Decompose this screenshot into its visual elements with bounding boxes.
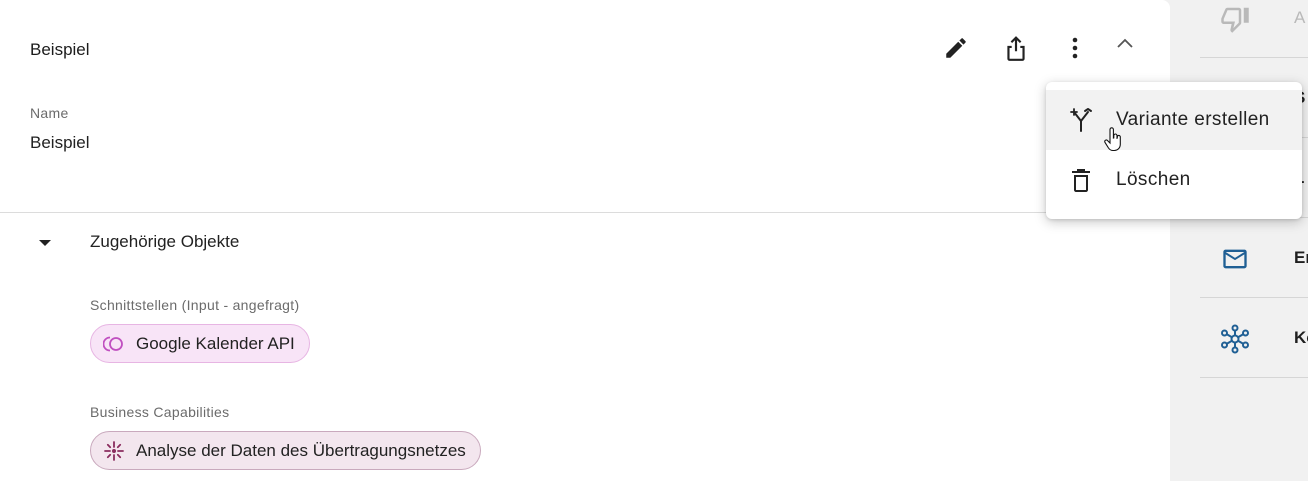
- chip-capability[interactable]: Analyse der Daten des Übertragungsnetzes: [90, 431, 481, 470]
- related-objects-toggle[interactable]: [32, 230, 58, 256]
- side-item-email[interactable]: Er: [1200, 218, 1308, 298]
- mail-icon: [1220, 244, 1250, 274]
- interface-icon: [103, 333, 125, 355]
- menu-item-label: Variante erstellen: [1116, 109, 1270, 130]
- side-item-label: Er: [1294, 248, 1308, 267]
- card-title: Beispiel: [30, 40, 90, 59]
- more-vertical-icon: [1070, 36, 1080, 65]
- menu-item-label: Löschen: [1116, 169, 1191, 190]
- side-item-label: Ko: [1294, 328, 1308, 347]
- share-button[interactable]: [998, 32, 1034, 68]
- side-panel: A S L Er Ko: [1172, 0, 1308, 481]
- fork-icon: [1068, 107, 1094, 133]
- more-options-button[interactable]: [1057, 32, 1093, 68]
- pencil-icon: [943, 35, 969, 66]
- share-icon: [1003, 34, 1029, 67]
- capability-icon: [103, 440, 125, 462]
- chip-google-calendar-api[interactable]: Google Kalender API: [90, 324, 310, 363]
- caret-down-icon: [38, 234, 52, 252]
- divider: [0, 212, 1170, 213]
- trash-icon: [1068, 167, 1094, 193]
- collapse-button[interactable]: [1107, 28, 1143, 64]
- side-item-network[interactable]: Ko: [1200, 298, 1308, 378]
- menu-item-delete[interactable]: Löschen: [1046, 150, 1302, 210]
- group-label-capabilities: Business Capabilities: [90, 404, 230, 420]
- thumb-down-icon: [1220, 4, 1250, 34]
- related-objects-title: Zugehörige Objekte: [90, 232, 240, 251]
- hand-cursor-icon: [1104, 127, 1121, 152]
- network-icon: [1220, 324, 1250, 354]
- menu-item-create-variant[interactable]: Variante erstellen: [1046, 90, 1302, 150]
- group-label-interfaces: Schnittstellen (Input - angefragt): [90, 297, 300, 313]
- side-item-a[interactable]: A: [1200, 0, 1308, 58]
- edit-button[interactable]: [938, 32, 974, 68]
- more-options-menu: Variante erstellen Löschen: [1046, 82, 1302, 219]
- chip-label: Google Kalender API: [136, 333, 295, 353]
- chevron-up-icon: [1115, 37, 1135, 56]
- name-value: Beispiel: [30, 133, 90, 152]
- side-item-label: A: [1294, 8, 1306, 27]
- name-label: Name: [30, 105, 69, 121]
- detail-card: Beispiel Name Beispiel Zugehörige Objekt…: [0, 0, 1170, 481]
- chip-label: Analyse der Daten des Übertragungsnetzes: [136, 440, 466, 460]
